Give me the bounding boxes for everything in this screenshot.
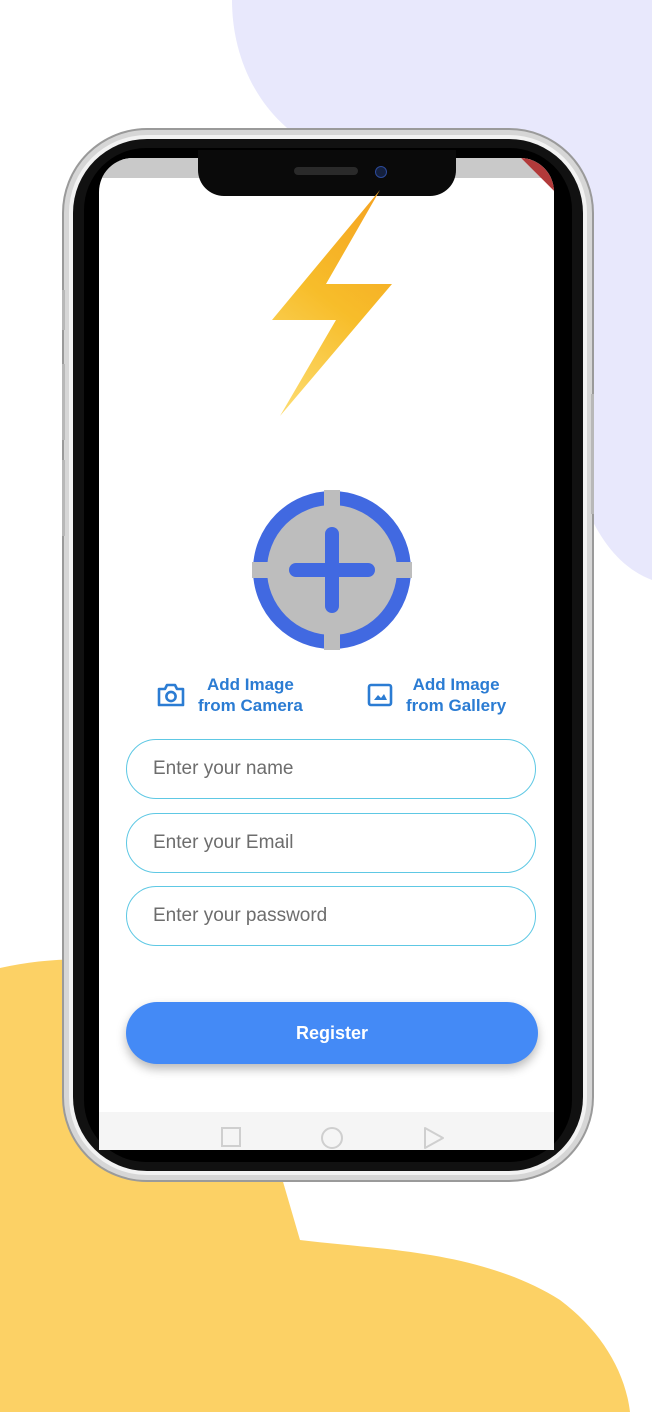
power-button [591, 394, 594, 514]
gallery-option-line2: from Gallery [406, 696, 507, 715]
name-field [126, 739, 536, 799]
yellow-stripe [318, 1180, 330, 1228]
gallery-option-line1: Add Image [412, 675, 500, 694]
add-photo-crosshair-icon[interactable] [252, 490, 412, 650]
gallery-image-icon [367, 683, 393, 707]
gallery-option-label: Add Image from Gallery [406, 674, 506, 716]
lightning-bolt-icon [272, 190, 392, 416]
camera-option-label: Add Image from Camera [198, 674, 303, 716]
camera-icon [157, 683, 185, 707]
side-button [62, 460, 65, 536]
password-input[interactable] [127, 887, 535, 945]
add-image-camera-button[interactable]: Add Image from Camera [156, 674, 303, 716]
email-input[interactable] [127, 814, 535, 872]
camera-option-line1: Add Image [206, 675, 294, 694]
square-icon[interactable] [220, 1126, 242, 1148]
side-button [62, 364, 65, 440]
triangle-icon[interactable] [423, 1126, 445, 1150]
front-camera [375, 166, 387, 178]
email-field [126, 813, 536, 873]
register-button[interactable]: Register [126, 1002, 538, 1064]
speaker-grille [294, 167, 358, 175]
password-field [126, 886, 536, 946]
name-input[interactable] [127, 740, 535, 798]
side-button [62, 290, 65, 330]
circle-icon[interactable] [320, 1126, 344, 1150]
yellow-stripe [337, 1180, 349, 1236]
yellow-stripe [300, 1180, 312, 1220]
camera-option-line2: from Camera [198, 696, 303, 715]
add-image-gallery-button[interactable]: Add Image from Gallery [366, 674, 506, 716]
